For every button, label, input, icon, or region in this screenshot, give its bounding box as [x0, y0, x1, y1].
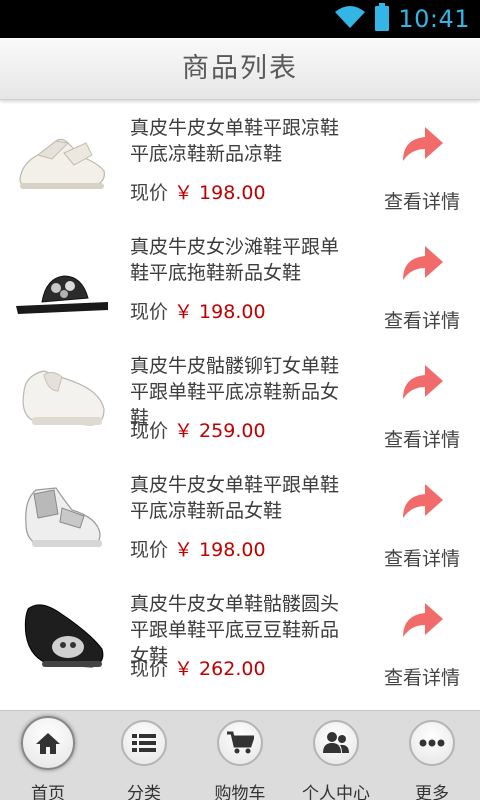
forward-arrow-icon [403, 246, 443, 280]
product-row[interactable]: 真皮牛皮女沙滩鞋平跟单鞋平底拖鞋新品女鞋 现价 ￥ 198.00 查看详情 [0, 220, 480, 339]
view-details-button[interactable]: 查看详情 [376, 361, 468, 453]
view-details-label: 查看详情 [383, 310, 460, 332]
product-row[interactable]: 真皮牛皮女单鞋骷髅圆头平跟单鞋平底豆豆鞋新品女鞋 现价 ￥ 262.00 查看详情 [0, 577, 480, 696]
price-value: ￥ 198.00 [174, 182, 266, 204]
forward-arrow-icon [403, 484, 443, 518]
product-name[interactable]: 真皮牛皮女沙滩鞋平跟单鞋平底拖鞋新品女鞋 [130, 234, 344, 286]
view-details-label: 查看详情 [383, 548, 460, 570]
price-line: 现价 ￥ 198.00 [130, 180, 266, 206]
price-line: 现价 ￥ 262.00 [130, 656, 266, 682]
price-label: 现价 [130, 182, 169, 204]
forward-arrow-icon [403, 127, 443, 161]
product-image[interactable] [12, 113, 112, 205]
wifi-icon [334, 4, 366, 34]
price-label: 现价 [130, 301, 169, 323]
price-line: 现价 ￥ 198.00 [130, 537, 266, 563]
title-bar: 商品列表 [0, 38, 480, 100]
view-details-label: 查看详情 [383, 429, 460, 451]
forward-arrow-icon [403, 365, 443, 399]
price-label: 现价 [130, 420, 169, 442]
nav-item-profile[interactable]: 个人中心 [288, 711, 384, 800]
nav-label: 购物车 [214, 784, 266, 800]
price-line: 现价 ￥ 259.00 [130, 418, 266, 444]
product-list: 真皮牛皮女单鞋平跟凉鞋平底凉鞋新品凉鞋 现价 ￥ 198.00 查看详情 真皮牛皮… [0, 101, 480, 710]
product-row[interactable]: 真皮牛皮女单鞋平跟单鞋平底凉鞋新品女鞋 现价 ￥ 198.00 查看详情 [0, 458, 480, 577]
cart-icon [217, 720, 263, 766]
view-details-label: 查看详情 [383, 667, 460, 689]
product-row[interactable]: 真皮牛皮骷髅铆钉女单鞋平跟单鞋平底凉鞋新品女鞋 现价 ￥ 259.00 查看详情 [0, 339, 480, 458]
price-value: ￥ 198.00 [174, 301, 266, 323]
nav-item-home[interactable]: 首页 [0, 711, 96, 800]
view-details-button[interactable]: 查看详情 [376, 480, 468, 572]
price-label: 现价 [130, 539, 169, 561]
product-image[interactable] [12, 589, 112, 681]
page-title: 商品列表 [182, 53, 298, 84]
view-details-button[interactable]: 查看详情 [376, 599, 468, 691]
nav-item-category[interactable]: 分类 [96, 711, 192, 800]
nav-label: 首页 [31, 784, 65, 800]
nav-item-more[interactable]: 更多 [384, 711, 480, 800]
bottom-nav: 首页 分类 购物车 个人中心 更多 [0, 710, 480, 800]
view-details-button[interactable]: 查看详情 [376, 123, 468, 215]
user-icon [313, 720, 359, 766]
forward-arrow-icon [403, 603, 443, 637]
product-image[interactable] [12, 351, 112, 443]
nav-item-cart[interactable]: 购物车 [192, 711, 288, 800]
list-icon [121, 720, 167, 766]
price-value: ￥ 198.00 [174, 539, 266, 561]
view-details-button[interactable]: 查看详情 [376, 242, 468, 334]
product-name[interactable]: 真皮牛皮女单鞋平跟凉鞋平底凉鞋新品凉鞋 [130, 115, 344, 167]
nav-label: 更多 [415, 784, 449, 800]
price-value: ￥ 259.00 [174, 420, 266, 442]
product-image[interactable] [12, 232, 112, 324]
product-image[interactable] [12, 470, 112, 562]
product-name[interactable]: 真皮牛皮女单鞋平跟单鞋平底凉鞋新品女鞋 [130, 472, 344, 524]
more-icon [409, 720, 455, 766]
status-bar: 10:41 [0, 0, 480, 38]
product-row[interactable]: 真皮牛皮女单鞋平跟凉鞋平底凉鞋新品凉鞋 现价 ￥ 198.00 查看详情 [0, 101, 480, 220]
battery-icon [374, 3, 390, 35]
price-line: 现价 ￥ 198.00 [130, 299, 266, 325]
price-value: ￥ 262.00 [174, 658, 266, 680]
status-time: 10:41 [398, 5, 470, 33]
price-label: 现价 [130, 658, 169, 680]
nav-label: 个人中心 [302, 784, 370, 800]
nav-label: 分类 [127, 784, 161, 800]
home-icon [21, 716, 75, 770]
view-details-label: 查看详情 [383, 191, 460, 213]
